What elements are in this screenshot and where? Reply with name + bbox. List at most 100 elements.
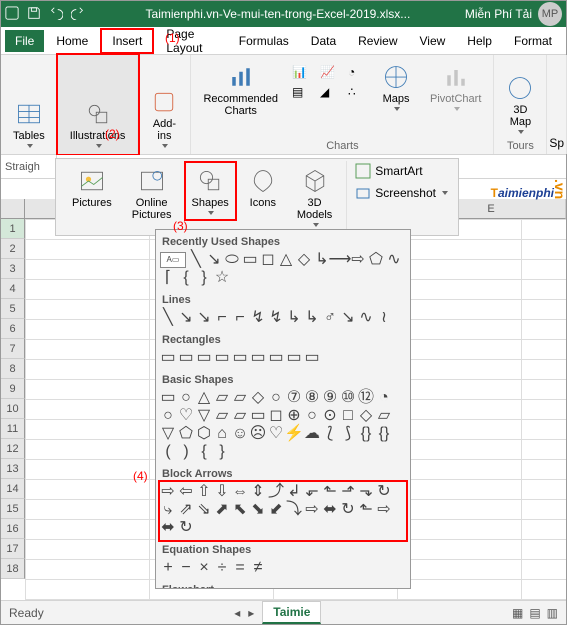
shape-item[interactable]: ○ xyxy=(160,408,176,424)
shape-item[interactable]: ⬠ xyxy=(178,426,194,442)
shape-item[interactable]: ⑧ xyxy=(304,390,320,406)
shape-item[interactable]: ⟆ xyxy=(340,426,356,442)
shape-item[interactable]: ⇗ xyxy=(178,502,194,518)
shape-item[interactable]: ⬉ xyxy=(232,502,248,518)
shape-item[interactable]: ☆ xyxy=(214,270,230,286)
shape-item[interactable]: ↯ xyxy=(268,310,284,326)
row-header[interactable]: 11 xyxy=(1,419,25,439)
shape-item[interactable]: ⬐ xyxy=(304,484,320,500)
shape-item[interactable]: ↘ xyxy=(196,310,212,326)
row-header[interactable]: 8 xyxy=(1,359,25,379)
tab-nav-next[interactable]: ▸ xyxy=(248,606,254,620)
shape-item[interactable]: ↳ xyxy=(304,310,320,326)
maps-button[interactable]: Maps xyxy=(376,59,416,115)
shape-item[interactable]: ○ xyxy=(268,390,284,406)
shape-item[interactable]: ▭ xyxy=(304,350,320,366)
shape-item[interactable]: ▭ xyxy=(214,350,230,366)
shape-item[interactable]: ▭ xyxy=(242,252,258,268)
shape-item[interactable]: ○ xyxy=(178,390,194,406)
shape-item[interactable]: = xyxy=(232,560,248,576)
shape-item[interactable]: ▭ xyxy=(160,350,176,366)
shape-item[interactable]: {} xyxy=(358,426,374,442)
shape-item[interactable]: △ xyxy=(196,390,212,406)
shape-item[interactable]: ⬋ xyxy=(268,502,284,518)
shape-item[interactable]: ⇨ xyxy=(304,502,320,518)
pie-chart-icon[interactable]: ◔ xyxy=(348,65,368,79)
row-header[interactable]: 2 xyxy=(1,239,25,259)
row-header[interactable]: 10 xyxy=(1,399,25,419)
shape-item[interactable]: ↻ xyxy=(178,520,194,536)
menu-review[interactable]: Review xyxy=(348,30,407,52)
shape-item[interactable]: ⌂ xyxy=(214,426,230,442)
addins-button[interactable]: Add- ins xyxy=(144,84,184,152)
pivotchart-button[interactable]: PivotChart xyxy=(424,59,487,115)
row-header[interactable]: 4 xyxy=(1,279,25,299)
shape-item[interactable]: ♡ xyxy=(178,408,194,424)
shape-item[interactable]: × xyxy=(196,560,212,576)
view-layout-icon[interactable]: ▤ xyxy=(529,606,540,620)
tab-nav-prev[interactable]: ◂ xyxy=(234,606,240,620)
shape-item[interactable]: ⌐ xyxy=(232,310,248,326)
shape-item[interactable]: ⬭ xyxy=(224,252,240,268)
shape-item[interactable]: ⬌ xyxy=(322,502,338,518)
smartart-button[interactable]: SmartArt xyxy=(355,163,422,179)
shape-item[interactable]: {} xyxy=(376,426,392,442)
icons-button[interactable]: Icons xyxy=(243,163,283,213)
menu-page-layout[interactable]: Page Layout xyxy=(156,23,226,59)
shape-item[interactable]: ⤷ xyxy=(160,502,176,518)
shape-item[interactable]: ⇔ xyxy=(232,484,248,500)
shape-item[interactable]: { xyxy=(178,270,194,286)
shape-item[interactable]: ⌈ xyxy=(160,270,176,286)
shape-item[interactable]: ⬌ xyxy=(160,520,176,536)
row-header[interactable]: 6 xyxy=(1,319,25,339)
shape-item[interactable]: ⌐ xyxy=(214,310,230,326)
shape-item[interactable]: ▭ xyxy=(232,350,248,366)
shape-item[interactable]: ♡ xyxy=(268,426,284,442)
shape-item[interactable]: ▽ xyxy=(196,408,212,424)
shape-item[interactable]: ◻ xyxy=(268,408,284,424)
shape-item[interactable]: ⇨ xyxy=(350,252,366,268)
shape-item[interactable]: ◔ xyxy=(376,390,392,406)
view-normal-icon[interactable]: ▦ xyxy=(512,606,523,620)
line-chart-icon[interactable]: 📈 xyxy=(320,65,340,79)
row-header[interactable]: 17 xyxy=(1,539,25,559)
shape-item[interactable]: ⊙ xyxy=(322,408,338,424)
shape-item[interactable]: ⬡ xyxy=(196,426,212,442)
shape-item[interactable]: + xyxy=(160,560,176,576)
shape-item[interactable]: ↻ xyxy=(376,484,392,500)
shape-item[interactable]: ▱ xyxy=(376,408,392,424)
online-pictures-button[interactable]: Online Pictures xyxy=(126,163,178,225)
row-header[interactable]: 14 xyxy=(1,479,25,499)
shape-item[interactable]: ⇕ xyxy=(250,484,266,500)
shape-item[interactable]: ◻ xyxy=(260,252,276,268)
shape-item[interactable]: ⬏ xyxy=(340,484,356,500)
shape-item[interactable]: □ xyxy=(340,408,356,424)
shape-item[interactable]: △ xyxy=(278,252,294,268)
shape-item[interactable]: ☺ xyxy=(232,426,248,442)
menu-data[interactable]: Data xyxy=(301,30,346,52)
shape-item[interactable]: ≀ xyxy=(376,310,392,326)
shape-item[interactable]: ( xyxy=(160,444,176,460)
menu-file[interactable]: File xyxy=(5,30,44,52)
shape-item[interactable]: ∿ xyxy=(358,310,374,326)
undo-icon[interactable] xyxy=(49,6,63,23)
name-box[interactable]: Straigh xyxy=(1,155,57,178)
shape-item[interactable]: ↘ xyxy=(206,252,222,268)
3d-map-button[interactable]: 3D Map xyxy=(500,70,540,138)
shape-item[interactable]: ▱ xyxy=(232,390,248,406)
menu-view[interactable]: View xyxy=(410,30,456,52)
shape-item[interactable]: ▱ xyxy=(214,390,230,406)
menu-insert[interactable]: Insert xyxy=(100,28,154,54)
shape-item[interactable]: ⇦ xyxy=(178,484,194,500)
bar-chart-icon[interactable]: ▤ xyxy=(292,85,312,99)
row-header[interactable]: 7 xyxy=(1,339,25,359)
row-header[interactable]: 15 xyxy=(1,499,25,519)
shape-item[interactable]: ▭ xyxy=(250,408,266,424)
shape-item[interactable]: ▱ xyxy=(214,408,230,424)
row-header[interactable]: 16 xyxy=(1,519,25,539)
menu-home[interactable]: Home xyxy=(46,30,98,52)
scatter-chart-icon[interactable]: ∴ xyxy=(348,85,368,99)
shape-item[interactable]: ⟅ xyxy=(322,426,338,442)
shape-item[interactable]: ) xyxy=(178,444,194,460)
row-header[interactable]: 13 xyxy=(1,459,25,479)
